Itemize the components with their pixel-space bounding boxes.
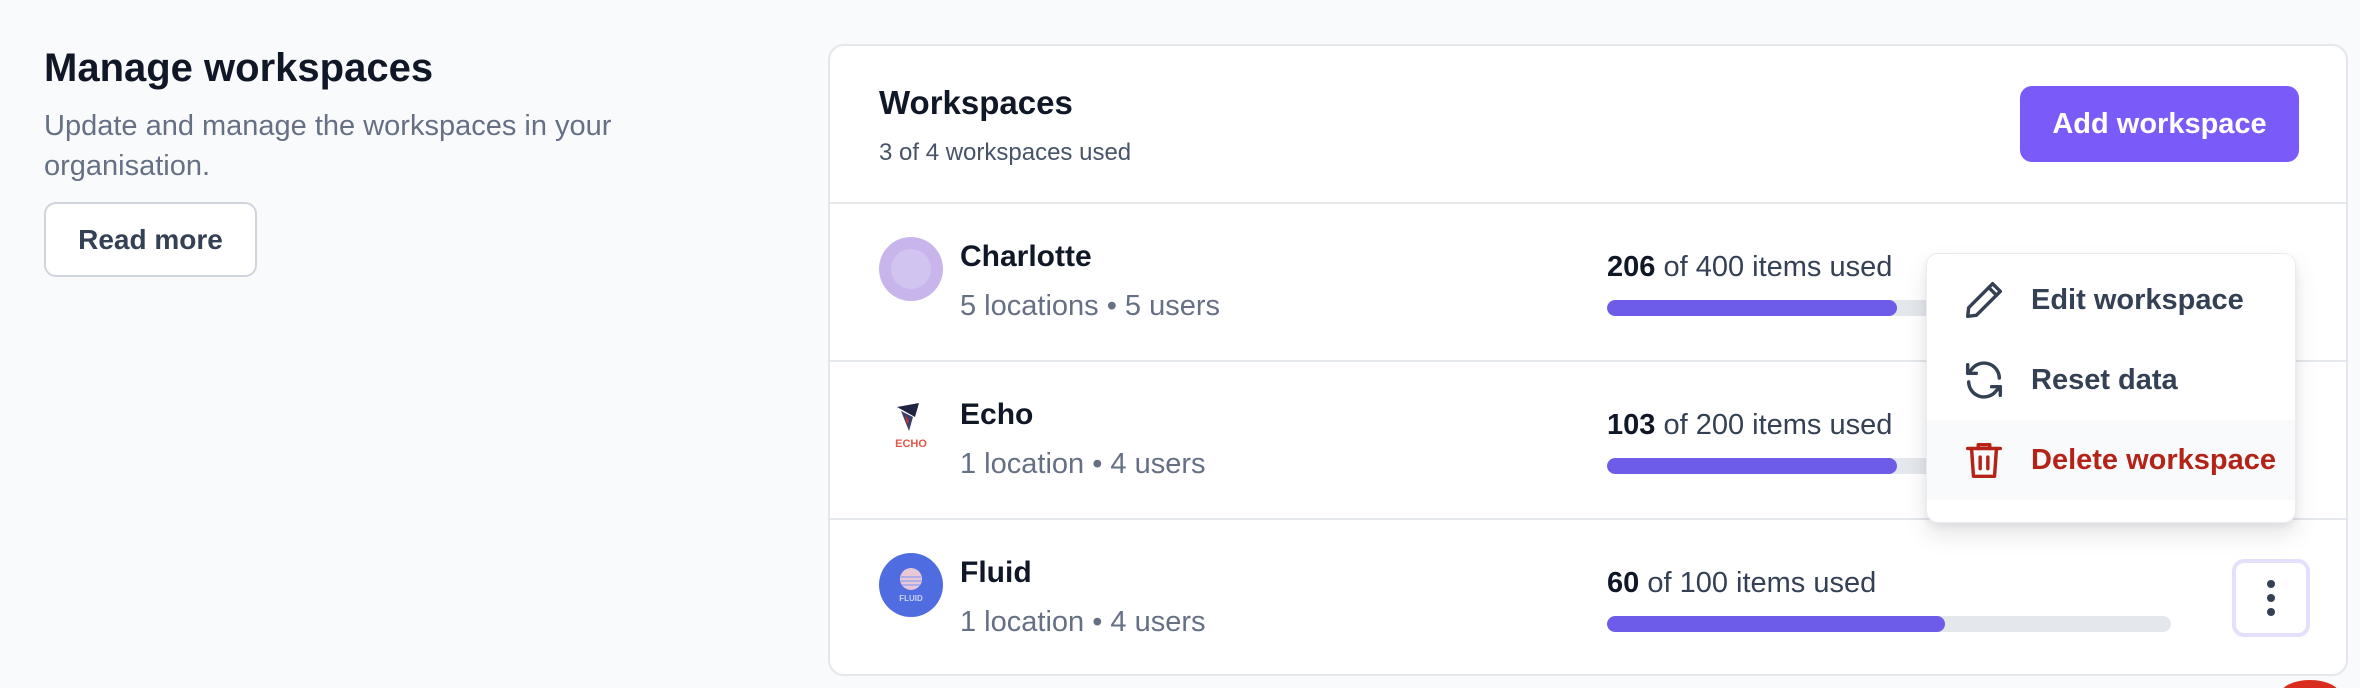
workspace-meta: 1 location • 4 users [960,448,1206,480]
usage-label: 206 of 400 items used [1607,251,1892,284]
card-header: Workspaces 3 of 4 workspaces used Add wo… [830,46,2346,204]
menu-item-reset-data[interactable]: Reset data [1927,340,2295,420]
usage-label: 60 of 100 items used [1607,567,1876,600]
usage-label: 103 of 200 items used [1607,409,1892,442]
usage-rest: of 400 items used [1655,251,1893,283]
more-options-button[interactable] [2232,559,2310,637]
workspace-name: Charlotte [960,240,1092,273]
intro-section: Manage workspaces Update and manage the … [44,44,744,277]
workspace-meta: 1 location • 4 users [960,606,1206,638]
workspace-actions-menu: Edit workspace Reset data Delete workspa… [1926,253,2296,523]
refresh-icon [1965,361,2003,399]
workspace-row[interactable]: FLUID Fluid 1 location • 4 users 60 of 1… [830,520,2346,674]
usage-used: 60 [1607,567,1640,599]
workspace-name: Echo [960,398,1034,431]
menu-item-delete-workspace[interactable]: Delete workspace [1927,420,2295,500]
usage-bar-fill [1607,616,1946,632]
pencil-icon [1965,281,2003,319]
workspace-name: Fluid [960,556,1032,589]
usage-bar-fill [1607,458,1898,474]
corner-badge [2280,680,2340,688]
menu-item-label: Edit workspace [2031,283,2244,316]
usage-used: 206 [1607,251,1656,283]
charlotte-avatar [879,237,943,301]
echo-logo: ECHO [879,395,943,459]
usage-rest: of 200 items used [1655,409,1893,441]
menu-item-label: Reset data [2031,363,2178,396]
page-title: Manage workspaces [44,46,434,90]
card-title: Workspaces [879,84,1073,121]
menu-item-label: Delete workspace [2031,443,2277,476]
add-workspace-button[interactable]: Add workspace [2020,86,2299,162]
usage-bar [1607,616,2171,632]
usage-bar-fill [1607,300,1898,316]
menu-item-edit-workspace[interactable]: Edit workspace [1927,260,2295,340]
fluid-logo-text: FLUID [899,594,923,603]
usage-used: 103 [1607,409,1656,441]
fluid-logo: FLUID [879,553,943,617]
workspaces-used-count: 3 of 4 workspaces used [879,139,1132,166]
page-description: Update and manage the workspaces in your… [44,110,612,182]
trash-icon [1965,442,2003,479]
usage-rest: of 100 items used [1639,567,1877,599]
kebab-icon [2267,580,2275,616]
echo-logo-text: ECHO [895,438,927,450]
workspace-meta: 5 locations • 5 users [960,290,1221,322]
read-more-button[interactable]: Read more [44,202,257,277]
